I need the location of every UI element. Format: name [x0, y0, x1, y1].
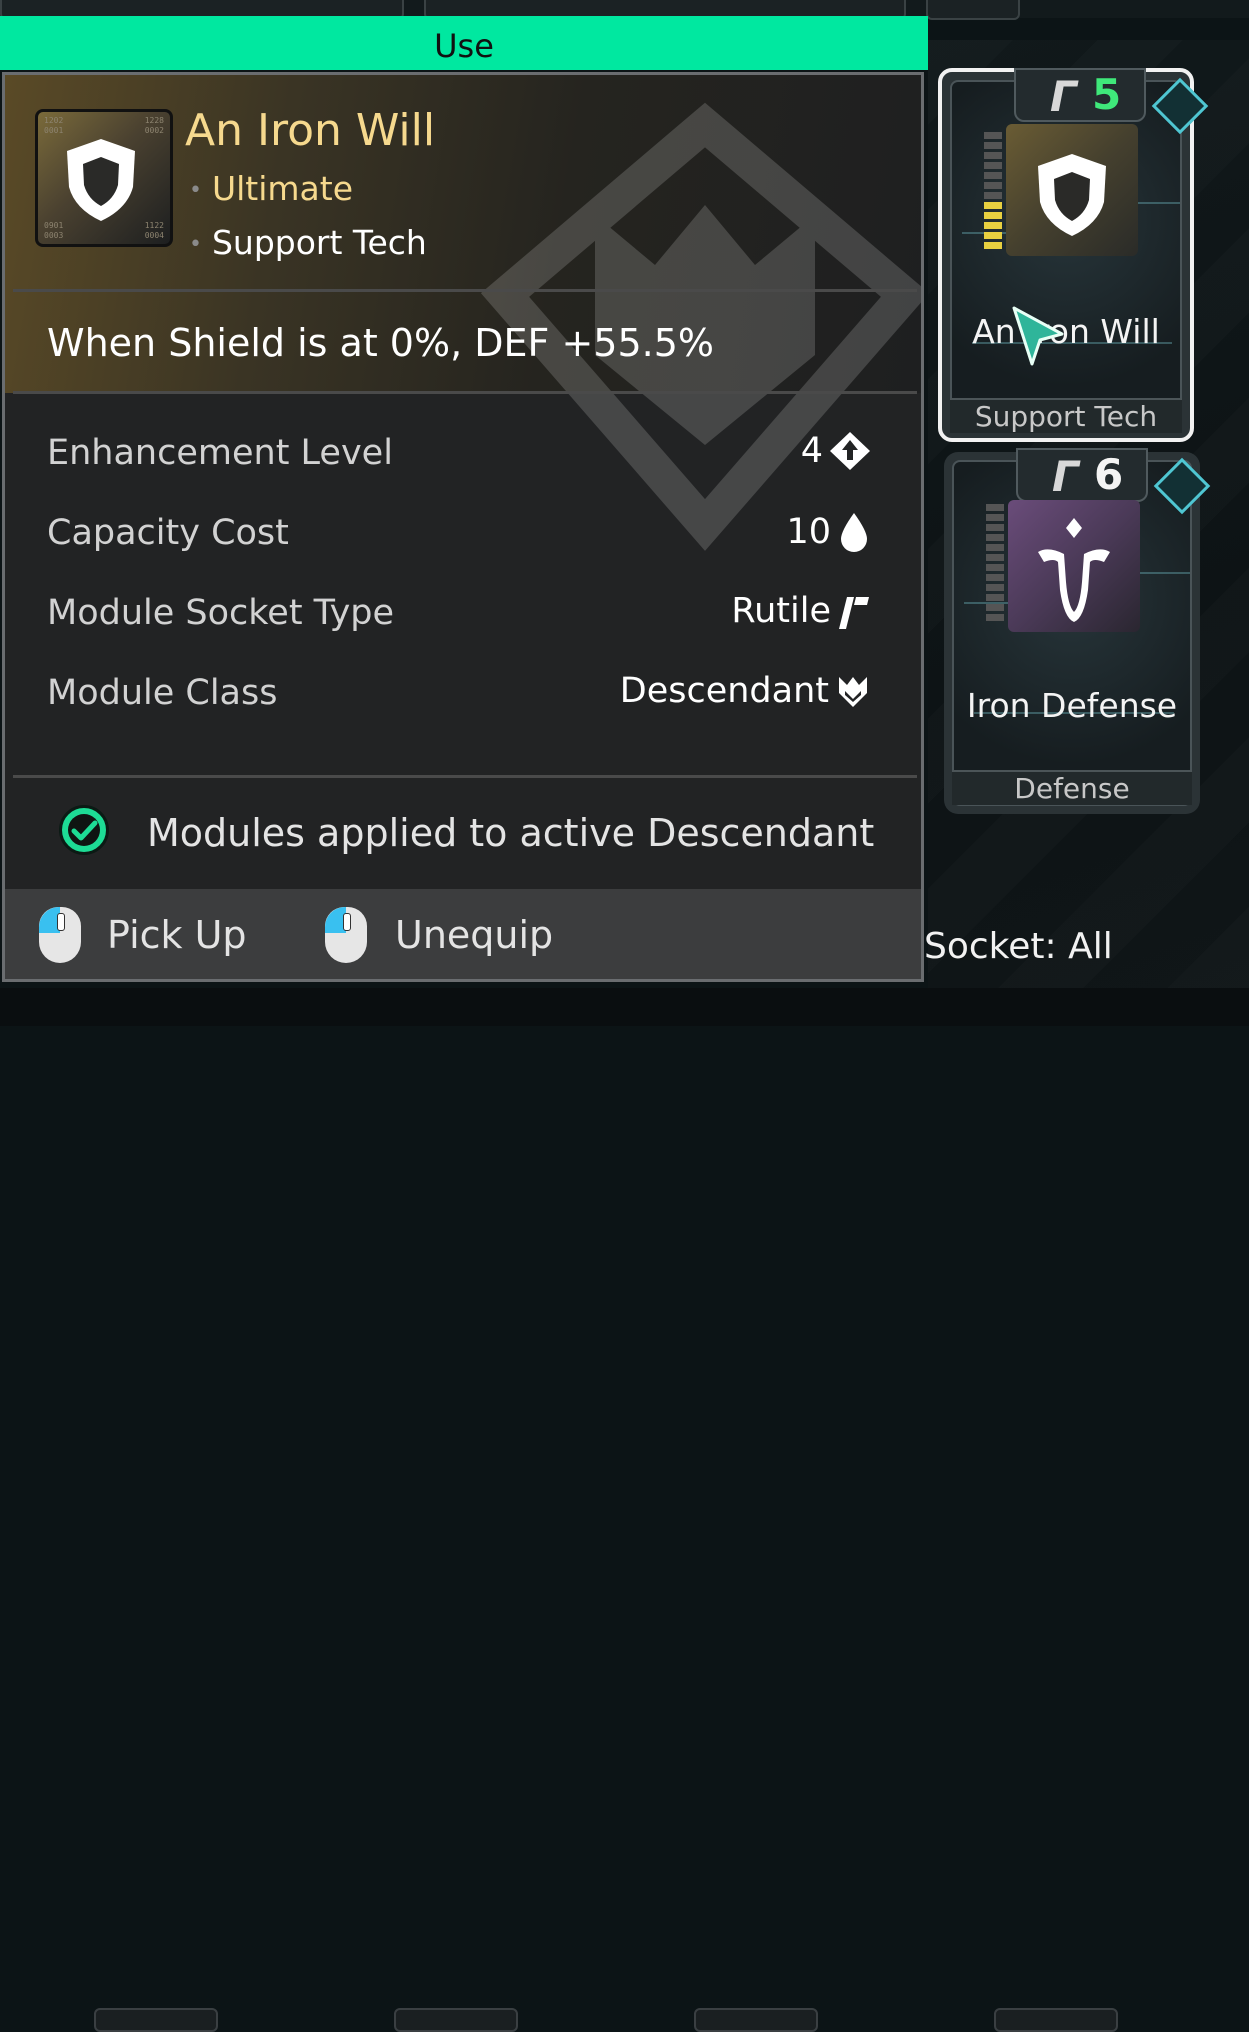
- module-tooltip: 1202 1228 0001 0002 0901 1122 0003 0004 …: [2, 72, 924, 982]
- socket-filter[interactable]: Socket: All: [924, 926, 1113, 967]
- module-icon: [1008, 500, 1140, 632]
- capacity-cost-value: 10: [786, 511, 871, 553]
- bottom-bar: [0, 988, 1249, 2032]
- module-icon: [1006, 124, 1138, 256]
- enhancement-level-bar: [986, 504, 1004, 624]
- cursor-icon: [1012, 306, 1064, 366]
- bottom-button-2[interactable]: [394, 2008, 518, 2032]
- module-tier: • Ultimate: [189, 169, 354, 208]
- socket-cost-badge: Γ 5: [1014, 68, 1146, 122]
- left-mouse-icon: [39, 907, 81, 963]
- unequip-action[interactable]: Unequip: [395, 913, 553, 957]
- module-type: • Support Tech: [189, 223, 427, 262]
- card-name: Iron Defense: [966, 686, 1178, 725]
- card-type: Support Tech: [950, 398, 1182, 433]
- bottom-button-4[interactable]: [994, 2008, 1118, 2032]
- module-effect: When Shield is at 0%, DEF +55.5%: [47, 321, 715, 365]
- use-button[interactable]: Use: [0, 16, 928, 70]
- enhancement-level-bar: [984, 132, 1002, 252]
- module-class-value: Descendant: [620, 671, 871, 711]
- module-card-an-iron-will[interactable]: Γ 5 An Iron Will Support Tech: [938, 68, 1209, 442]
- capacity-cost-label: Capacity Cost: [47, 513, 289, 553]
- rutile-socket-icon: Γ: [1050, 72, 1077, 121]
- shield-icon: [67, 139, 135, 221]
- checkmark-icon: [71, 820, 98, 841]
- socket-type-value: Rutile: [731, 591, 871, 631]
- module-icon: 1202 1228 0001 0002 0901 1122 0003 0004: [35, 109, 173, 247]
- applied-notice: Modules applied to active Descendant: [147, 811, 875, 855]
- enhancement-icon: [830, 432, 870, 470]
- capacity-drop-icon: [841, 513, 867, 552]
- descendant-class-icon: [839, 677, 867, 707]
- divider: [13, 289, 917, 292]
- socket-cost-badge: Γ 6: [1016, 448, 1148, 502]
- divider: [13, 391, 917, 394]
- divider: [13, 775, 917, 778]
- rutile-socket-icon: [839, 597, 869, 629]
- pick-up-action[interactable]: Pick Up: [107, 913, 247, 957]
- action-bar: Pick Up Unequip: [5, 889, 921, 979]
- enhancement-level-value: 4: [801, 431, 871, 471]
- left-mouse-icon: [325, 907, 367, 963]
- iron-defense-icon: [1038, 518, 1110, 622]
- module-class-label: Module Class: [47, 673, 278, 713]
- module-card-iron-defense[interactable]: Γ 6 Iron Defense Defense: [944, 448, 1211, 814]
- bottom-button-1[interactable]: [94, 2008, 218, 2032]
- module-title: An Iron Will: [185, 105, 436, 156]
- enhancement-level-label: Enhancement Level: [47, 433, 393, 473]
- shield-icon: [1038, 154, 1106, 236]
- card-type: Defense: [952, 770, 1192, 805]
- add-setting-tab[interactable]: [926, 0, 1020, 20]
- rutile-socket-icon: Γ: [1052, 452, 1079, 501]
- socket-type-label: Module Socket Type: [47, 593, 395, 633]
- bottom-button-3[interactable]: [694, 2008, 818, 2032]
